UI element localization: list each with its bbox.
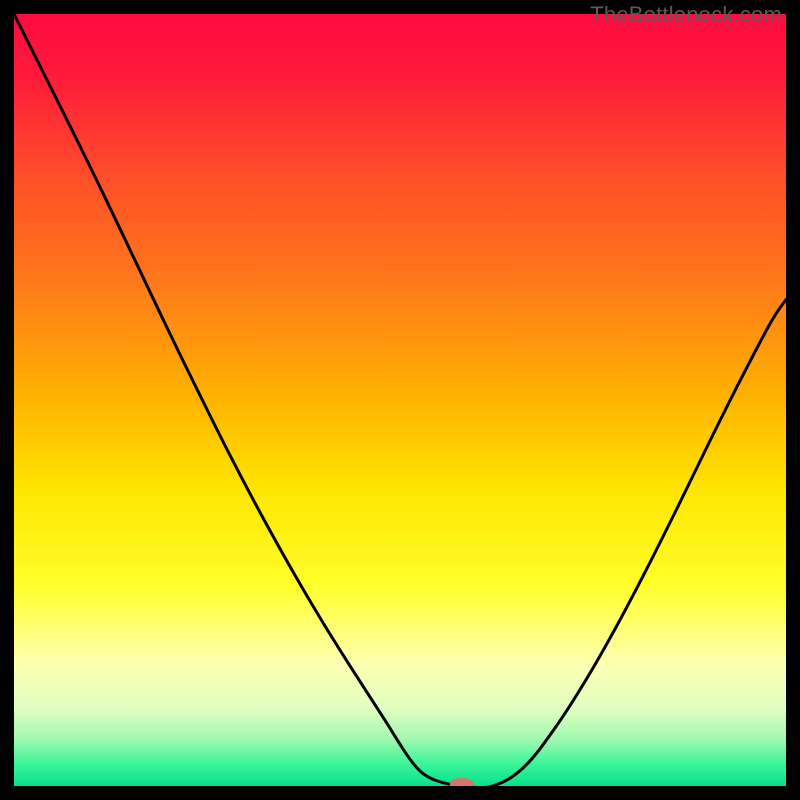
gradient-background	[14, 14, 786, 786]
watermark-text: TheBottleneck.com	[590, 2, 782, 28]
bottleneck-chart	[14, 14, 786, 786]
chart-frame	[14, 14, 786, 786]
